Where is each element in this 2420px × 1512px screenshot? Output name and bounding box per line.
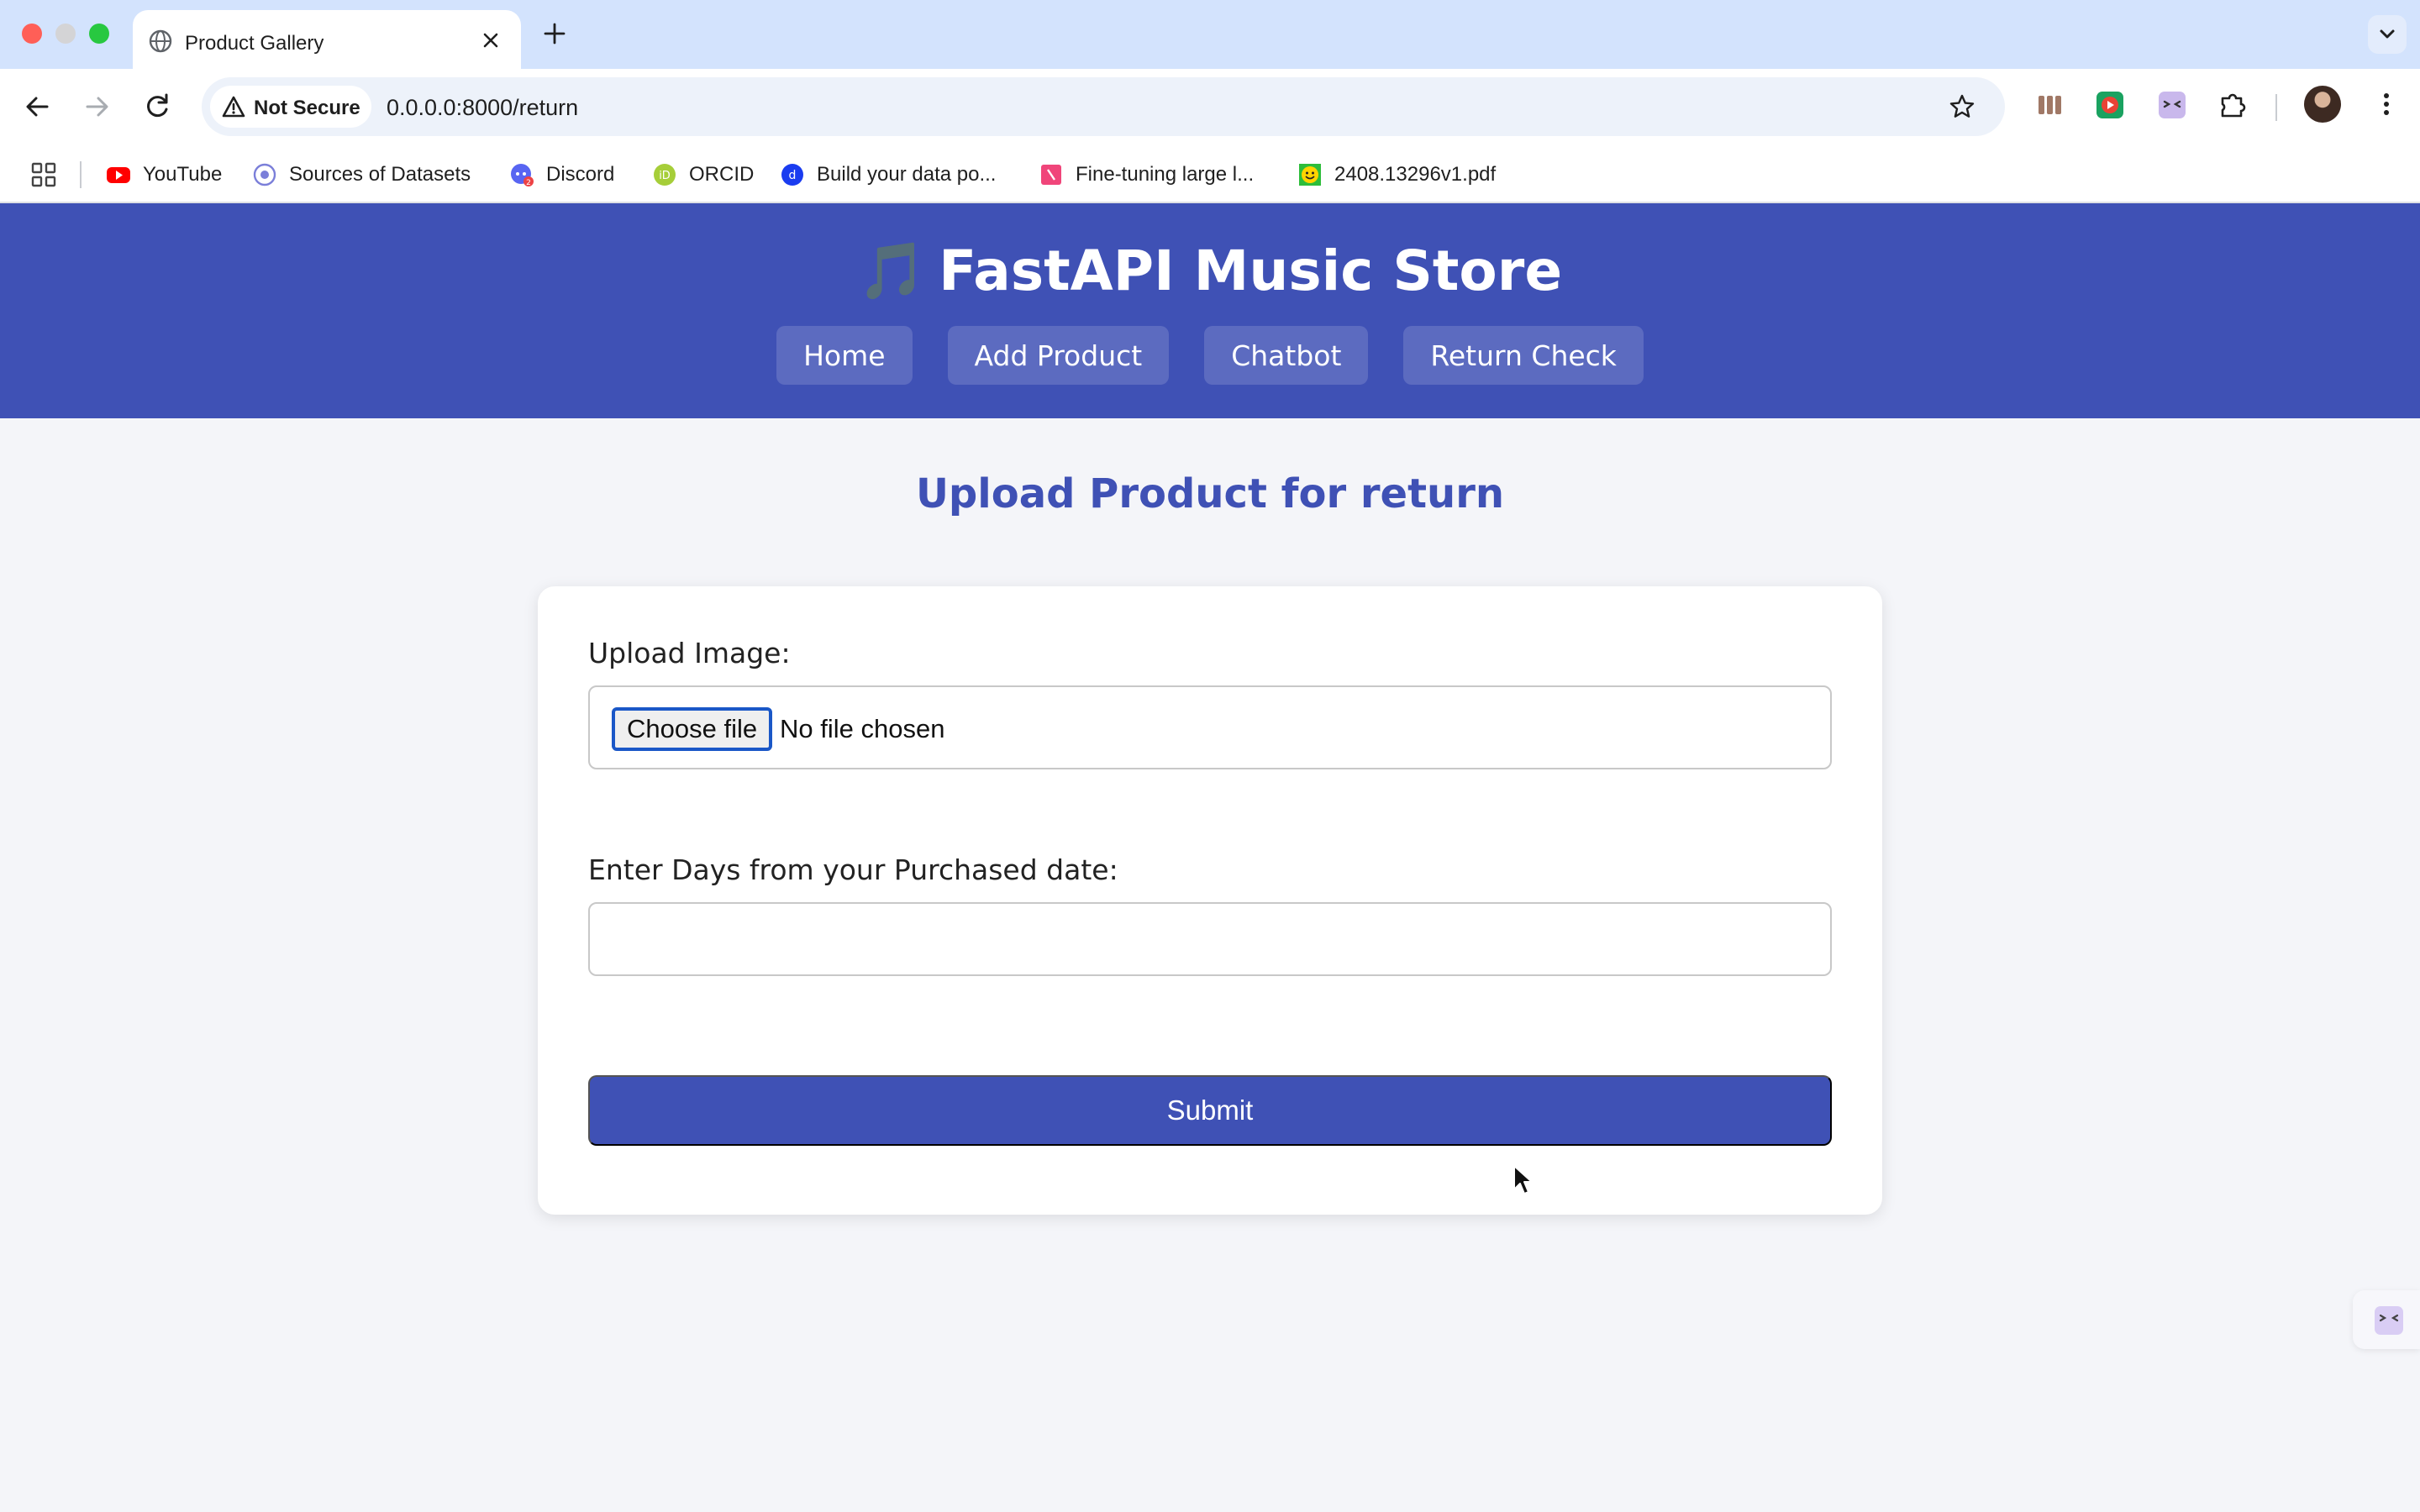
bookmark-label: Build your data po... — [817, 163, 997, 186]
security-label: Not Secure — [254, 97, 360, 119]
nav-add-product[interactable]: Add Product — [947, 326, 1170, 385]
chevron-down-icon — [2380, 29, 2395, 39]
bookmark-label: YouTube — [143, 163, 223, 186]
back-arrow-icon[interactable] — [18, 87, 57, 126]
smiley-icon — [1299, 164, 1321, 186]
mouse-cursor-icon — [1513, 1165, 1533, 1194]
address-bar[interactable]: Not Secure 0.0.0.0:8000/return — [202, 77, 2005, 136]
main-nav: Home Add Product Chatbot Return Check — [0, 326, 2420, 385]
days-label: Enter Days from your Purchased date: — [588, 853, 1118, 886]
days-input[interactable] — [588, 902, 1832, 976]
close-window-button[interactable] — [22, 24, 42, 44]
nav-chatbot[interactable]: Chatbot — [1204, 326, 1369, 385]
bookmark-label: ORCID — [689, 163, 755, 186]
extension-face-icon — [2375, 1306, 2403, 1335]
kebab-menu-icon[interactable] — [2371, 89, 2402, 119]
bookmark-fine-tuning[interactable]: Fine-tuning large l... — [1039, 160, 1254, 190]
bookmark-pdf[interactable]: 2408.13296v1.pdf — [1297, 160, 1496, 190]
nav-home[interactable]: Home — [776, 326, 913, 385]
bookmarks-bar: YouTube Sources of Datasets 2 Discord iD… — [0, 146, 2420, 203]
file-input[interactable]: Choose file No file chosen — [588, 685, 1832, 769]
globe-icon — [149, 29, 172, 53]
maximize-window-button[interactable] — [89, 24, 109, 44]
datasets-icon — [253, 163, 276, 186]
browser-tab[interactable]: Product Gallery — [133, 10, 521, 69]
svg-text:iD: iD — [659, 170, 671, 182]
reload-icon[interactable] — [138, 87, 176, 126]
security-chip[interactable]: Not Secure — [210, 86, 371, 128]
close-icon[interactable] — [479, 29, 502, 52]
bookmark-star-icon[interactable] — [1948, 92, 1976, 121]
bookmark-sources-of-datasets[interactable]: Sources of Datasets — [252, 160, 471, 190]
return-form: Upload Image: Choose file No file chosen… — [538, 586, 1882, 1215]
toolbar-divider — [2275, 94, 2277, 121]
browser-toolbar: Not Secure 0.0.0.0:8000/return — [0, 69, 2420, 146]
youtube-icon — [107, 167, 130, 183]
bookmark-youtube[interactable]: YouTube — [106, 160, 222, 190]
browser-tab-bar: Product Gallery — [0, 0, 2420, 69]
bookmark-label: Sources of Datasets — [289, 163, 471, 186]
bookmark-orcid[interactable]: iD ORCID — [652, 160, 754, 190]
data-icon: d — [781, 164, 803, 186]
submit-button[interactable]: Submit — [588, 1075, 1832, 1146]
upload-image-label: Upload Image: — [588, 637, 791, 669]
choose-file-button[interactable]: Choose file — [612, 707, 773, 751]
extension-record-icon[interactable] — [2092, 87, 2128, 123]
page-heading: Upload Product for return — [915, 470, 1505, 517]
forward-arrow-icon[interactable] — [77, 87, 116, 126]
warning-icon — [222, 96, 245, 118]
site-header: 🎵 FastAPI Music Store Home Add Product Ch… — [0, 203, 2420, 418]
extension-battery-icon[interactable] — [2032, 87, 2067, 123]
tab-title: Product Gallery — [185, 32, 324, 55]
bookmark-label: Discord — [546, 163, 615, 186]
side-extension-tab[interactable] — [2353, 1290, 2420, 1349]
discord-icon: 2 — [511, 164, 534, 187]
new-tab-button[interactable] — [539, 18, 570, 49]
svg-text:d: d — [789, 169, 797, 182]
bookmark-build-your-data[interactable]: d Build your data po... — [780, 160, 996, 190]
minimize-window-button[interactable] — [55, 24, 76, 44]
file-status-text: No file chosen — [780, 714, 945, 743]
bookmarks-divider — [80, 161, 82, 188]
bookmark-label: 2408.13296v1.pdf — [1334, 163, 1497, 186]
site-title: 🎵 FastAPI Music Store — [0, 239, 2420, 304]
bookmark-label: Fine-tuning large l... — [1076, 163, 1255, 186]
extension-face-icon[interactable] — [2154, 87, 2190, 123]
extensions-puzzle-icon[interactable] — [2215, 87, 2250, 123]
profile-avatar[interactable] — [2304, 86, 2341, 123]
url-text[interactable]: 0.0.0.0:8000/return — [387, 95, 578, 121]
tab-search-button[interactable] — [2368, 15, 2407, 54]
apps-grid-icon[interactable] — [30, 161, 57, 188]
bookmark-discord[interactable]: 2 Discord — [509, 160, 614, 190]
site-title-text: FastAPI Music Store — [939, 239, 1563, 303]
nav-return-check[interactable]: Return Check — [1403, 326, 1644, 385]
document-icon — [1041, 165, 1061, 185]
orcid-icon: iD — [654, 164, 676, 186]
svg-text:2: 2 — [526, 179, 531, 187]
music-note-icon: 🎵 — [857, 239, 928, 303]
